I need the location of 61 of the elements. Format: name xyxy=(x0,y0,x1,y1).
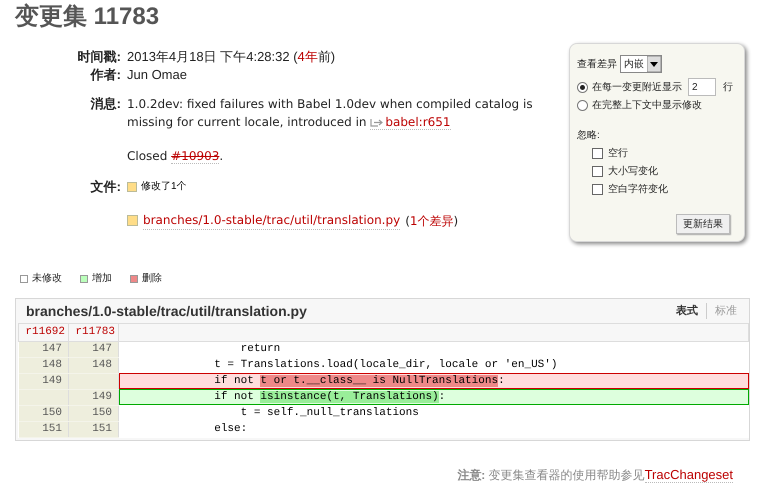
ignore-label: 忽略: xyxy=(577,129,600,143)
modified-icon xyxy=(127,182,137,192)
view-tab[interactable]: 表式 xyxy=(676,302,698,320)
files-summary: 修改了1个 xyxy=(141,180,187,194)
external-link-icon xyxy=(370,118,384,128)
checkbox[interactable] xyxy=(592,184,603,195)
checkbox[interactable] xyxy=(592,148,603,159)
file-link[interactable]: branches/1.0-stable/trac/util/translation.py xyxy=(143,211,400,230)
help-note: 注意: 变更集查看器的使用帮助参见TracChangeset xyxy=(457,466,733,484)
update-button[interactable]: 更新结果 xyxy=(676,214,730,234)
radio-label: 在每一变更附近显示 xyxy=(592,80,682,94)
checkbox-label: 空白字符变化 xyxy=(608,182,668,197)
code-line: else: xyxy=(118,421,748,437)
line-number: 149 xyxy=(18,373,68,389)
ticket-link[interactable]: #10903 xyxy=(171,149,220,164)
line-number: 148 xyxy=(68,357,118,373)
unit-label: 行 xyxy=(723,80,733,94)
paren-text: ) xyxy=(454,214,458,228)
radio-button[interactable] xyxy=(577,82,588,92)
diff-count-link[interactable]: 1个差异 xyxy=(410,214,454,228)
modified-icon xyxy=(127,215,138,226)
line-number: 149 xyxy=(68,389,118,405)
diff-file-title: branches/1.0-stable/trac/util/translation.py xyxy=(26,302,307,321)
legend-label: 未修改 xyxy=(32,272,62,286)
dropdown-arrow-icon[interactable] xyxy=(647,56,661,72)
code-line: t = self._null_translations xyxy=(118,405,748,421)
field-label: 作者: xyxy=(89,66,121,84)
help-link[interactable]: TracChangeset xyxy=(644,466,733,482)
closed-text: Closed #10903. xyxy=(127,148,224,165)
code-line: t = Translations.load(locale_dir, locale or 'en_US') xyxy=(118,357,748,373)
checkbox[interactable] xyxy=(592,166,603,177)
line-number: 148 xyxy=(18,357,68,373)
timestamp-text: 2013年4月18日 下午4:28:32 ( xyxy=(127,49,298,64)
message-text: 1.0.2dev: fixed failures with Babel 1.0dev when compiled catalog is missing for current locale, introduced in babel:r651 xyxy=(127,96,534,131)
legend-label: 增加 xyxy=(92,272,112,286)
line-number: 147 xyxy=(68,341,118,357)
field-label: 消息: xyxy=(90,95,121,113)
line-number: 151 xyxy=(18,421,68,437)
view-select[interactable]: 内嵌 xyxy=(620,55,662,73)
checkbox-label: 大小写变化 xyxy=(608,164,658,179)
line-number: 150 xyxy=(18,405,68,421)
message-link[interactable]: babel:r651 xyxy=(370,115,451,130)
line-number: 150 xyxy=(68,405,118,421)
view-label: 查看差异 xyxy=(577,58,617,72)
author-text: Jun Omae xyxy=(127,66,188,84)
checkbox-label: 空行 xyxy=(608,146,628,161)
paren-text: ( xyxy=(405,214,410,228)
field-label: 时间戳: xyxy=(76,48,121,66)
code-line: return xyxy=(118,341,748,357)
radio-button[interactable] xyxy=(577,100,588,111)
line-number: 147 xyxy=(18,341,68,357)
revision-header: r11783 xyxy=(68,324,118,341)
page-title: 变更集 11783 xyxy=(15,3,160,31)
radio-label: 在完整上下文中显示修改 xyxy=(592,98,702,113)
revision-header: r11692 xyxy=(18,324,68,341)
legend-label: 删除 xyxy=(142,272,162,286)
field-label: 文件: xyxy=(90,178,121,196)
line-number: 151 xyxy=(68,421,118,437)
age-suffix: 前) xyxy=(318,49,336,64)
age-link[interactable]: 4年 xyxy=(298,49,318,64)
lines-input[interactable]: 2 xyxy=(688,78,716,96)
